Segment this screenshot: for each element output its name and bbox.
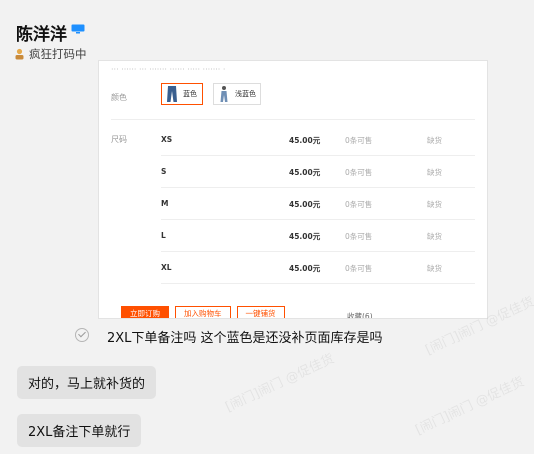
divider xyxy=(111,119,475,120)
size-name: XS xyxy=(161,135,173,144)
cut-off-row: ··· ······ ··· ······· ······ ····· ····… xyxy=(111,65,226,74)
color-swatch-blue: 蓝色 xyxy=(161,83,203,105)
size-row: L 45.00元 0条可售 缺货 xyxy=(161,219,475,252)
size-price: 45.00元 xyxy=(289,264,321,273)
swatch-label: 蓝色 xyxy=(183,90,197,98)
product-action-buttons: 立即订购 加入购物车 一键铺货 xyxy=(121,306,285,318)
size-row: S 45.00元 0条可售 缺货 xyxy=(161,155,475,188)
size-name: M xyxy=(161,199,169,208)
size-price: 45.00元 xyxy=(289,232,321,241)
jeans-thumbnail-icon xyxy=(167,86,177,102)
color-label: 颜色 xyxy=(111,93,127,102)
watermark: [闹门]闹门 @促佳货 xyxy=(413,374,527,439)
size-price: 45.00元 xyxy=(289,168,321,177)
swatch-label: 浅蓝色 xyxy=(235,90,256,98)
size-price: 45.00元 xyxy=(289,200,321,209)
size-stock: 0条可售 xyxy=(345,136,373,145)
size-row: M 45.00元 0条可售 缺货 xyxy=(161,187,475,220)
message-bubble[interactable]: 2XL备注下单就行 xyxy=(17,414,142,447)
size-supply: 缺货 xyxy=(427,264,442,273)
message-text: 2XL备注下单就行 xyxy=(28,425,131,440)
message-text: 对的，马上就补货的 xyxy=(28,377,146,392)
size-name: XL xyxy=(161,263,172,272)
contact-name[interactable]: 陈洋洋 xyxy=(16,20,67,45)
read-check-icon xyxy=(75,328,89,342)
coding-person-icon xyxy=(15,48,24,60)
size-supply: 缺货 xyxy=(427,200,442,209)
message-bubble[interactable]: 对的，马上就补货的 xyxy=(17,366,157,399)
size-row: XL 45.00元 0条可售 缺货 xyxy=(161,251,475,284)
status-text: 疯狂打码中 xyxy=(29,47,87,61)
contact-status: 疯狂打码中 xyxy=(14,46,87,62)
size-supply: 缺货 xyxy=(427,136,442,145)
size-stock: 0条可售 xyxy=(345,232,373,241)
one-click-distribute-button: 一键铺货 xyxy=(236,306,285,318)
size-stock: 0条可售 xyxy=(345,168,373,177)
size-stock: 0条可售 xyxy=(345,200,373,209)
add-to-cart-button: 加入购物车 xyxy=(175,306,231,318)
color-swatch-light-blue: 浅蓝色 xyxy=(213,83,261,105)
desktop-icon xyxy=(71,24,85,34)
quoted-product-screenshot[interactable]: ··· ······ ··· ······· ······ ····· ····… xyxy=(98,60,488,319)
size-label: 尺码 xyxy=(111,135,127,144)
size-row: XS 45.00元 0条可售 缺货 xyxy=(161,123,475,156)
size-supply: 缺货 xyxy=(427,168,442,177)
size-price: 45.00元 xyxy=(289,136,321,145)
size-stock: 0条可售 xyxy=(345,264,373,273)
size-name: S xyxy=(161,167,167,176)
size-name: L xyxy=(161,231,166,240)
order-now-button: 立即订购 xyxy=(121,306,169,318)
quoted-message-text: 2XL下单备注吗 这个蓝色是还没补页面库存是吗 xyxy=(107,331,383,346)
person-thumbnail-icon xyxy=(220,86,228,102)
watermark: [闹门]闹门 @促佳货 xyxy=(223,351,337,416)
favorite-count: 收藏(6) xyxy=(347,312,373,319)
size-supply: 缺货 xyxy=(427,232,442,241)
